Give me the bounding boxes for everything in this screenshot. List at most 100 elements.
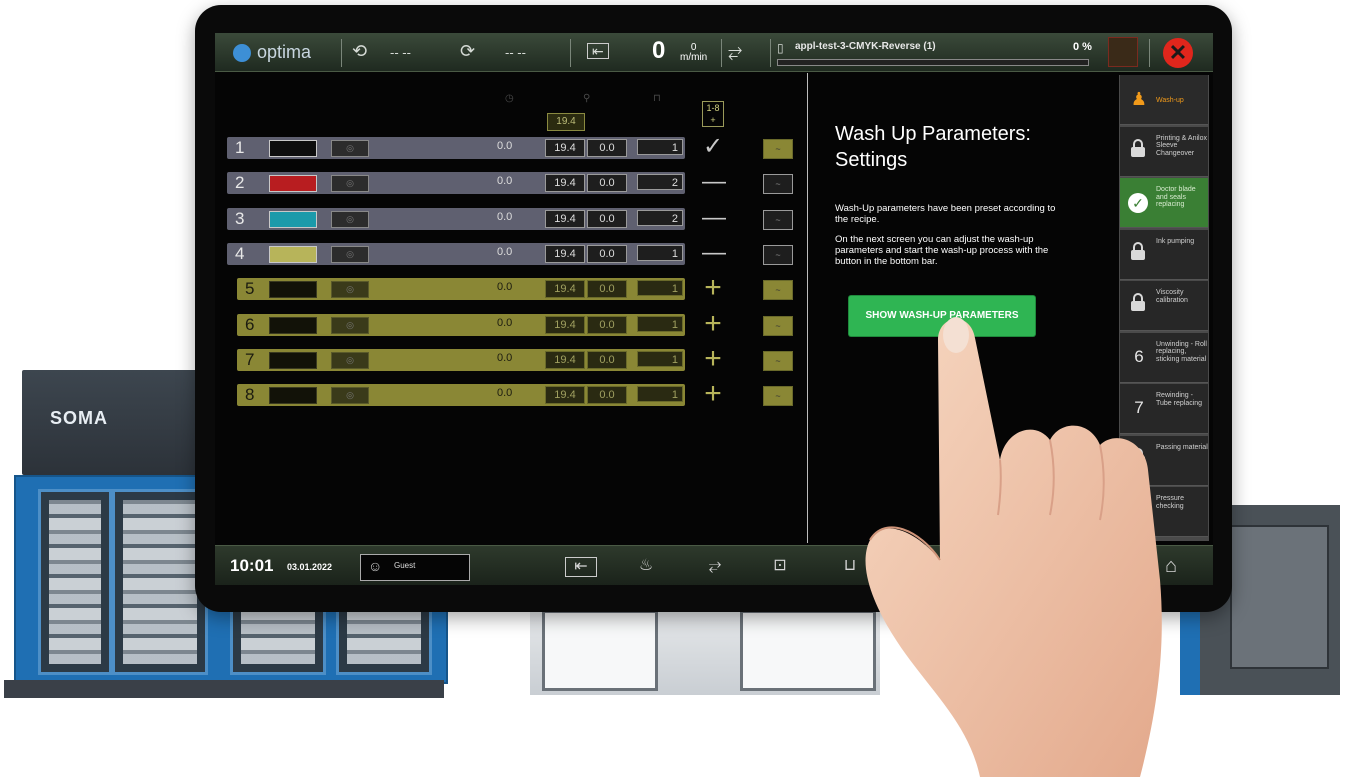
ink-color-swatch[interactable] [269, 281, 317, 299]
unit-side-indicator[interactable]: ~ [763, 139, 793, 159]
back-button[interactable]: ⇤ [565, 557, 597, 577]
app-logo-text: optima [257, 42, 312, 62]
pump-value[interactable]: 1 [637, 315, 683, 332]
anilox-icon[interactable]: ◎ [331, 210, 369, 228]
print-unit-row[interactable]: 5 ◎ 0.0 19.4 0.0 1 [237, 278, 685, 301]
anilox-icon[interactable]: ◎ [331, 140, 369, 157]
add-unit-icon[interactable]: + [702, 343, 724, 373]
ink-color-swatch[interactable] [269, 175, 317, 193]
rewind-icon[interactable]: ⟳ [460, 41, 475, 62]
ink-level-icon[interactable]: ⊔ [840, 554, 860, 578]
pressure-value[interactable]: 0.0 [587, 139, 627, 157]
close-button[interactable]: ✕ [1163, 38, 1193, 68]
speed-unit: 0 m/min [680, 42, 708, 63]
anilox-icon[interactable]: ◎ [331, 316, 369, 334]
remove-unit-icon[interactable]: — [702, 205, 726, 230]
heating-icon[interactable]: ♨ [633, 554, 659, 578]
print-unit-row[interactable]: 6 ◎ 0.0 19.4 0.0 1 [237, 313, 685, 336]
temperature-value[interactable]: 19.4 [545, 174, 585, 193]
anilox-icon[interactable]: ◎ [331, 281, 369, 299]
remove-unit-icon[interactable]: — [702, 240, 726, 265]
add-unit-icon[interactable]: + [702, 308, 724, 338]
workflow-step[interactable]: ✓ Doctor blade and seals replacing [1120, 178, 1208, 228]
web-tension-icon[interactable]: ⥂ [690, 554, 740, 578]
workflow-step[interactable]: Ink pumping [1120, 229, 1208, 280]
ink-color-swatch[interactable] [269, 140, 317, 157]
temperature-value[interactable]: 19.4 [545, 209, 585, 228]
pump-value[interactable]: 1 [637, 280, 683, 297]
pressure-value[interactable]: 0.0 [587, 209, 627, 228]
document-icon: ▯ [777, 41, 784, 55]
pressure-value[interactable]: 0.0 [587, 244, 627, 263]
user-login-box[interactable]: ☺ Guest [360, 554, 470, 581]
temperature-value[interactable]: 19.4 [545, 386, 585, 405]
unwind-icon[interactable]: ⟲ [352, 41, 367, 62]
pump-value[interactable]: 1 [637, 386, 683, 403]
ink-color-swatch[interactable] [269, 245, 317, 263]
confirm-button[interactable] [1108, 37, 1138, 67]
pump-value[interactable]: 1 [637, 139, 683, 155]
print-unit-row[interactable]: 4 ◎ 0.0 19.4 0.0 1 [227, 242, 685, 265]
pump-value[interactable]: 1 [637, 244, 683, 261]
unit-side-indicator[interactable]: ~ [763, 315, 793, 336]
temperature-value[interactable]: 19.4 [545, 139, 585, 157]
unit-side-indicator[interactable]: ~ [763, 209, 793, 230]
unit-side-indicator[interactable]: ~ [763, 244, 793, 265]
panel-divider [807, 73, 808, 543]
anilox-icon[interactable]: ◎ [331, 351, 369, 369]
print-unit-row[interactable]: 2 ◎ 0.0 19.4 0.0 2 [227, 172, 685, 195]
add-unit-icon[interactable]: + [702, 273, 724, 303]
panel-paragraph: On the next screen you can adjust the wa… [835, 234, 1049, 267]
unit-number: 4 [235, 243, 245, 263]
print-unit-row[interactable]: 3 ◎ 0.0 19.4 0.0 2 [227, 207, 685, 230]
pressure-value[interactable]: 0.0 [587, 280, 627, 299]
unit-side-indicator[interactable]: ~ [763, 350, 793, 371]
ink-color-swatch[interactable] [269, 351, 317, 369]
pressure-value[interactable]: 0.0 [587, 174, 627, 193]
temperature-value[interactable]: 19.4 [545, 350, 585, 369]
pressure-value[interactable]: 0.0 [587, 386, 627, 405]
pump-value[interactable]: 1 [637, 350, 683, 367]
ink-color-swatch[interactable] [269, 316, 317, 334]
temperature-value[interactable]: 19.4 [545, 280, 585, 299]
back-arrow-icon[interactable]: ⇤ [587, 43, 609, 59]
viscosity-value: 0.0 [497, 245, 513, 258]
user-avatar-icon: ☺ [368, 558, 383, 574]
temperature-value[interactable]: 19.4 [545, 244, 585, 263]
unit-selected-check-icon[interactable]: ✓ [702, 135, 724, 159]
unit-number: 2 [235, 173, 245, 193]
unit-side-indicator[interactable]: ~ [763, 386, 793, 407]
job-progress-bar [777, 59, 1089, 66]
print-unit-row[interactable]: 8 ◎ 0.0 19.4 0.0 1 [237, 384, 685, 407]
remove-unit-icon[interactable]: — [702, 170, 726, 194]
workflow-step[interactable]: Printing & Anilox Sleeve Changeover [1120, 126, 1208, 177]
pressure-value[interactable]: 0.0 [587, 350, 627, 369]
pump-value[interactable]: 2 [637, 174, 683, 191]
viscosity-column-icon: ◷ [505, 93, 514, 104]
print-unit-row[interactable]: 1 ◎ 0.0 19.4 0.0 1 [227, 137, 685, 159]
unit-side-indicator[interactable]: ~ [763, 280, 793, 301]
anilox-icon[interactable]: ◎ [331, 175, 369, 193]
lock-icon [1131, 138, 1145, 157]
job-file-name[interactable]: appl-test-3-CMYK-Reverse (1) [795, 41, 936, 52]
unit-side-indicator[interactable]: ~ [763, 174, 793, 195]
temperature-value[interactable]: 19.4 [545, 315, 585, 334]
anilox-icon[interactable]: ◎ [331, 387, 369, 405]
print-unit-row[interactable]: 7 ◎ 0.0 19.4 0.0 1 [237, 348, 685, 371]
add-unit-icon[interactable]: + [702, 379, 724, 409]
ink-color-swatch[interactable] [269, 387, 317, 405]
select-all-units-button[interactable]: 1-8 + [702, 101, 724, 127]
unit-number: 6 [245, 314, 255, 334]
total-value: 19.4 [547, 113, 585, 131]
pump-value[interactable]: 2 [637, 209, 683, 226]
unit-number: 7 [245, 349, 255, 369]
workflow-step[interactable]: ♟ Wash-up [1120, 75, 1208, 125]
impression-icon[interactable]: ⊡ [765, 554, 795, 578]
rewind-value: -- -- [505, 45, 526, 60]
speed-value: 0 [652, 37, 666, 64]
anilox-icon[interactable]: ◎ [331, 245, 369, 263]
step-label: Doctor blade and seals replacing [1156, 186, 1196, 208]
web-tension-icon[interactable]: ⥂ [728, 41, 742, 62]
ink-color-swatch[interactable] [269, 210, 317, 228]
pressure-value[interactable]: 0.0 [587, 315, 627, 334]
